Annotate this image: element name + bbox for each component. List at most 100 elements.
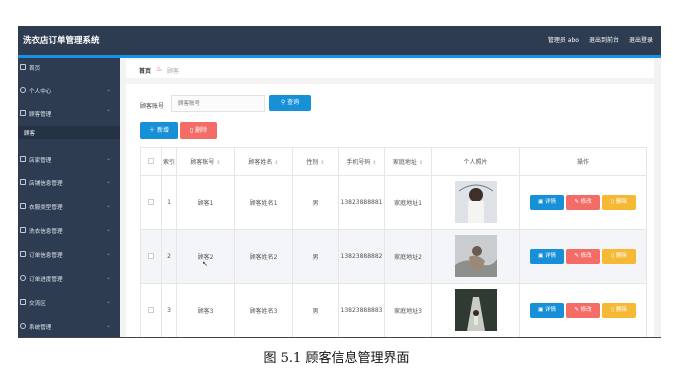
list-icon xyxy=(20,179,26,185)
name-cell: 顾客姓名2 xyxy=(234,229,293,284)
actions-cell: ▣ 详情 ✎ 修改 ▯ 删除 xyxy=(519,283,647,337)
chevron-down-icon: ⌄ xyxy=(106,298,112,305)
photo-cell xyxy=(431,283,520,337)
sidebar-item-system[interactable]: 系统管理 ⌄ xyxy=(18,320,120,334)
gender-cell: 男 xyxy=(292,175,339,230)
phone-cell: 13823888881 xyxy=(338,175,385,230)
customer-table: 索引 顾客账号 ⇕ 顾客姓名 ⇕ 性别 ⇕ 手机号码 ⇕ 家庭地址 ⇕ 个人照片… xyxy=(140,147,647,337)
select-all-checkbox[interactable] xyxy=(148,157,154,164)
column-header[interactable]: 手机号码 ⇕ xyxy=(338,147,385,176)
sidebar-item-clothing-types[interactable]: 衣服类型管理 ⌄ xyxy=(18,200,120,214)
sidebar-item-customers[interactable]: 顾客管理 ⌃ xyxy=(18,107,120,121)
admin-label: 管理员 abo xyxy=(547,37,579,44)
column-header[interactable]: 顾客账号 ⇕ xyxy=(176,147,235,176)
detail-button[interactable]: ▣ 详情 xyxy=(530,249,564,264)
column-header-label: 家庭地址 xyxy=(392,159,417,166)
sort-icon: ⇕ xyxy=(274,160,279,166)
sidebar-item-label: 衣服类型管理 xyxy=(29,205,63,211)
row-checkbox[interactable] xyxy=(148,252,154,259)
search-button[interactable]: ⚲ 查询 xyxy=(269,95,311,111)
breadcrumb-current: 顾客 xyxy=(167,68,180,75)
row-select-cell xyxy=(140,229,162,284)
breadcrumb-separator-icon: ♨ xyxy=(156,65,163,73)
sidebar-item-label: 交流区 xyxy=(29,301,46,307)
sort-icon: ⇕ xyxy=(418,160,424,166)
sidebar-item-wash-info[interactable]: 洗衣信息管理 ⌄ xyxy=(18,224,120,238)
delete-button[interactable]: ▯ 删除 xyxy=(602,195,636,210)
order-icon xyxy=(20,251,26,257)
chat-icon xyxy=(20,299,26,305)
sidebar-item-orders[interactable]: 订单信息管理 ⌄ xyxy=(18,248,120,262)
column-header-label: 手机号码 xyxy=(346,159,371,166)
sidebar-item-label: 系统管理 xyxy=(29,325,52,331)
detail-button[interactable]: ▣ 详情 xyxy=(530,303,564,318)
chevron-down-icon: ⌄ xyxy=(106,155,112,162)
actions-cell: ▣ 详情 ✎ 修改 ▯ 删除 xyxy=(519,229,647,284)
edit-label: 修改 xyxy=(580,307,592,313)
detail-icon: ▣ xyxy=(538,199,544,205)
row-checkbox[interactable] xyxy=(148,198,154,205)
column-header[interactable]: 性别 ⇕ xyxy=(292,147,339,176)
shop-icon xyxy=(20,156,26,162)
breadcrumb: 首页 ♨ 顾客 xyxy=(126,60,654,78)
edit-label: 修改 xyxy=(580,253,592,259)
index-cell: 3 xyxy=(161,283,177,337)
app-title: 洗衣店订单管理系统 xyxy=(23,36,100,46)
sidebar-item-shops[interactable]: 店家管理 ⌄ xyxy=(18,153,120,167)
sidebar-item-label: 订单进度管理 xyxy=(29,277,63,283)
address-cell: 家庭地址2 xyxy=(384,229,432,284)
search-input[interactable] xyxy=(171,95,265,112)
sidebar-item-profile[interactable]: 个人中心 ⌄ xyxy=(18,84,120,98)
column-header[interactable]: 家庭地址 ⇕ xyxy=(384,147,432,176)
sidebar-item-order-progress[interactable]: 订单进度管理 ⌄ xyxy=(18,272,120,286)
sidebar-item-forum[interactable]: 交流区 ⌄ xyxy=(18,296,120,310)
account-cell: 顾客1 xyxy=(176,175,235,230)
to-frontend-link[interactable]: 退出到前台 xyxy=(589,35,619,44)
search-icon: ⚲ xyxy=(280,99,286,106)
sidebar-item-label: 店家管理 xyxy=(29,158,52,164)
address-cell: 家庭地址1 xyxy=(384,175,432,230)
add-button[interactable]: ＋ 新增 xyxy=(140,122,178,139)
column-header: 操作 xyxy=(519,147,647,176)
gender-cell: 男 xyxy=(292,283,339,337)
sort-icon: ⇕ xyxy=(216,160,221,166)
logout-link[interactable]: 退出登录 xyxy=(629,35,653,44)
edit-button[interactable]: ✎ 修改 xyxy=(566,195,600,210)
detail-icon: ▣ xyxy=(538,307,544,313)
tag-icon xyxy=(20,203,26,209)
chevron-down-icon: ⌄ xyxy=(106,202,112,209)
delete-button[interactable]: ▯ 删除 xyxy=(602,303,636,318)
chevron-down-icon: ⌄ xyxy=(106,250,112,257)
sidebar-item-shop-info[interactable]: 店铺信息管理 ⌄ xyxy=(18,176,120,190)
row-checkbox[interactable] xyxy=(148,306,154,313)
customer-photo xyxy=(454,234,497,277)
home-icon xyxy=(20,64,26,70)
sidebar: 首页 个人中心 ⌄ 顾客管理 ⌃ 顾客 店家管理 ⌄ 店铺信息管理 ⌄ 衣服类型… xyxy=(18,58,120,337)
trash-icon: ▯ xyxy=(611,199,615,205)
sidebar-item-label: 首页 xyxy=(29,66,41,72)
detail-button[interactable]: ▣ 详情 xyxy=(530,195,564,210)
column-header[interactable]: 顾客姓名 ⇕ xyxy=(234,147,293,176)
index-cell: 2 xyxy=(161,229,177,284)
column-header: 索引 xyxy=(161,147,177,176)
edit-icon: ✎ xyxy=(574,307,579,313)
delete-button[interactable]: ▯ 删除 xyxy=(602,249,636,264)
top-right-links: 管理员 abo 退出到前台 退出登录 xyxy=(548,35,653,44)
breadcrumb-home[interactable]: 首页 xyxy=(139,66,151,75)
chevron-down-icon: ⌄ xyxy=(106,178,112,185)
chevron-down-icon: ⌄ xyxy=(106,274,112,281)
edit-button[interactable]: ✎ 修改 xyxy=(566,303,600,318)
search-label: 顾客账号 xyxy=(140,103,165,110)
gender-cell: 男 xyxy=(292,229,339,284)
trash-icon: ▯ xyxy=(611,253,615,259)
detail-label: 详情 xyxy=(544,253,556,259)
wash-icon xyxy=(20,227,26,233)
sidebar-item-home[interactable]: 首页 xyxy=(18,61,120,75)
row-select-cell xyxy=(140,283,162,337)
customer-photo xyxy=(454,180,497,223)
sidebar-subitem-customer[interactable]: 顾客 xyxy=(18,126,120,139)
chevron-down-icon: ⌄ xyxy=(106,322,112,329)
batch-delete-button[interactable]: ▯ 删除 xyxy=(180,122,217,139)
edit-button[interactable]: ✎ 修改 xyxy=(566,249,600,264)
chevron-up-icon: ⌃ xyxy=(106,109,112,116)
